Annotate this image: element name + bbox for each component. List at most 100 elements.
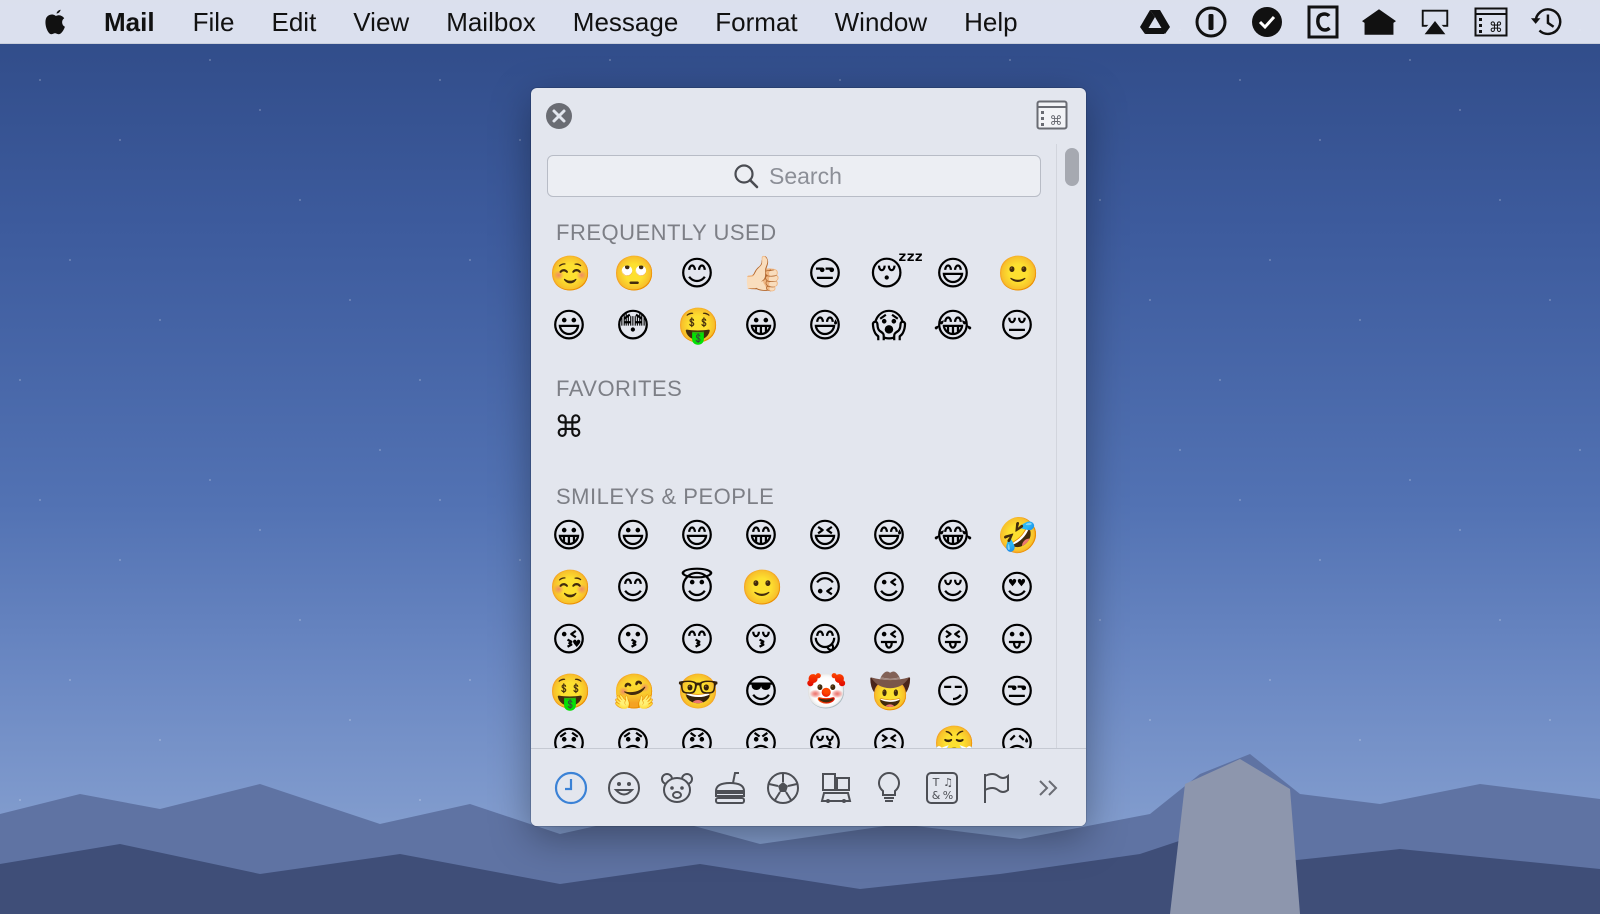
smiley-emoji-20[interactable]: 😚: [741, 620, 781, 660]
tab-recent[interactable]: [553, 770, 589, 806]
bear-icon: [661, 772, 693, 803]
smiley-emoji-31[interactable]: 😏: [933, 672, 973, 712]
smiley-emoji-24[interactable]: 😛: [997, 620, 1037, 660]
search-input[interactable]: [769, 162, 855, 190]
smiley-emoji-10[interactable]: 😊: [613, 568, 653, 608]
frequent-emoji-2[interactable]: 🙄: [613, 254, 655, 294]
svg-text:%: %: [943, 789, 953, 802]
smiley-emoji-14[interactable]: 😉: [869, 568, 909, 608]
menu-view[interactable]: View: [353, 0, 409, 44]
smiley-emoji-7[interactable]: 😂: [933, 516, 973, 556]
flag-icon: [984, 772, 1009, 803]
smiley-emoji-23[interactable]: 😝: [933, 620, 973, 660]
menu-message[interactable]: Message: [573, 0, 679, 44]
status-menu-area: ⌘: [1138, 0, 1564, 44]
smiley-emoji-27[interactable]: 🤓: [677, 672, 719, 712]
scrollbar-thumb[interactable]: [1065, 148, 1079, 186]
frequent-emoji-4[interactable]: 👍🏻: [741, 254, 783, 294]
close-icon[interactable]: [545, 102, 573, 130]
menu-app-name[interactable]: Mail: [104, 0, 155, 44]
smiley-emoji-32[interactable]: 😒: [997, 672, 1037, 712]
tab-smileys[interactable]: [606, 770, 642, 806]
home-icon[interactable]: [1362, 5, 1396, 39]
menu-mailbox[interactable]: Mailbox: [446, 0, 536, 44]
scrollbar-track[interactable]: [1056, 144, 1086, 826]
favorite-item-1[interactable]: ⌘: [549, 408, 589, 448]
smiley-emoji-25[interactable]: 🤑: [549, 672, 591, 712]
tab-flags[interactable]: [977, 770, 1013, 806]
menu-file[interactable]: File: [193, 0, 235, 44]
tab-food[interactable]: [712, 770, 748, 806]
category-tab-bar: T ♫ &%: [531, 748, 1086, 826]
emoji-picker-panel: ⌘ FREQUENTLY USED ☺️🙄😊👍🏻😒😴😄🙂😃😳🤑😀😅😱😂😔 FAV…: [531, 88, 1086, 826]
frequent-emoji-10[interactable]: 😳: [613, 306, 653, 346]
tab-activity[interactable]: [765, 770, 801, 806]
frequent-emoji-1[interactable]: ☺️: [549, 254, 591, 294]
airplay-icon[interactable]: [1418, 5, 1452, 39]
frequent-emoji-5[interactable]: 😒: [805, 254, 845, 294]
section-title-frequently-used: FREQUENTLY USED: [556, 220, 777, 245]
smiley-emoji-21[interactable]: 😋: [805, 620, 845, 660]
smiley-emoji-4[interactable]: 😁: [741, 516, 781, 556]
menu-help[interactable]: Help: [964, 0, 1017, 44]
svg-text:⌘: ⌘: [1489, 20, 1503, 36]
smiley-emoji-22[interactable]: 😜: [869, 620, 909, 660]
keyboard-viewer-icon[interactable]: ⌘: [1474, 5, 1508, 39]
time-machine-icon[interactable]: [1530, 5, 1564, 39]
tab-animals[interactable]: [659, 770, 695, 806]
tab-travel[interactable]: [818, 770, 854, 806]
symbols-icon: T ♫&%: [926, 771, 958, 804]
frequent-emoji-11[interactable]: 🤑: [677, 306, 719, 346]
smileys-grid: 😀 😃 😄 😁 😆 😅 😂 🤣 ☺️ 😊 😇 🙂 🙃 😉 😌 😍 😘 😗 😙 😚 😋 😜 😝 😛 🤑 🤗 🤓 😎 🤡 🤠 😏 😒 😞 😟 😠 😡 😢 😣 😤…: [549, 516, 1049, 764]
menu-window[interactable]: Window: [835, 0, 927, 44]
frequent-emoji-16[interactable]: 😔: [997, 306, 1037, 346]
smiley-emoji-18[interactable]: 😗: [613, 620, 653, 660]
frequent-emoji-15[interactable]: 😂: [933, 306, 973, 346]
frequent-emoji-8[interactable]: 🙂: [997, 254, 1039, 294]
smiley-emoji-1[interactable]: 😀: [549, 516, 589, 556]
smiley-emoji-17[interactable]: 😘: [549, 620, 589, 660]
apple-menu-icon[interactable]: [40, 6, 70, 38]
smiley-emoji-6[interactable]: 😅: [869, 516, 909, 556]
smiley-emoji-3[interactable]: 😄: [677, 516, 717, 556]
smiley-emoji-26[interactable]: 🤗: [613, 672, 655, 712]
smiley-emoji-8[interactable]: 🤣: [997, 516, 1039, 556]
todo-check-icon[interactable]: [1250, 5, 1284, 39]
smiley-emoji-13[interactable]: 🙃: [805, 568, 845, 608]
menu-bar: Mail File Edit View Mailbox Message Form…: [0, 0, 1600, 44]
smiley-emoji-2[interactable]: 😃: [613, 516, 653, 556]
frequently-used-grid: ☺️ 🙄 😊 👍🏻 😒 😴 😄 🙂 😃 😳 🤑 😀 😅 😱 😂 😔: [549, 254, 1049, 346]
frequent-emoji-7[interactable]: 😄: [933, 254, 973, 294]
smiley-emoji-5[interactable]: 😆: [805, 516, 845, 556]
smiley-emoji-19[interactable]: 😙: [677, 620, 717, 660]
tab-more[interactable]: [1030, 770, 1066, 806]
buildings-car-icon: [820, 772, 852, 803]
smiley-emoji-12[interactable]: 🙂: [741, 568, 783, 608]
smiley-emoji-28[interactable]: 😎: [741, 672, 781, 712]
svg-text:♫: ♫: [943, 776, 953, 789]
smiley-icon: [608, 771, 640, 804]
frequent-emoji-6[interactable]: 😴: [869, 254, 924, 294]
smiley-emoji-30[interactable]: 🤠: [869, 672, 911, 712]
frequent-emoji-3[interactable]: 😊: [677, 254, 717, 294]
smiley-emoji-11[interactable]: 😇: [677, 568, 717, 608]
smiley-emoji-16[interactable]: 😍: [997, 568, 1037, 608]
clipboard-c-icon[interactable]: [1306, 5, 1340, 39]
svg-text:T: T: [932, 776, 940, 789]
character-viewer-icon[interactable]: ⌘: [1036, 100, 1068, 130]
emoji-search-field[interactable]: [547, 155, 1041, 197]
frequent-emoji-12[interactable]: 😀: [741, 306, 781, 346]
menu-edit[interactable]: Edit: [271, 0, 316, 44]
menu-format[interactable]: Format: [715, 0, 797, 44]
tab-objects[interactable]: [871, 770, 907, 806]
frequent-emoji-13[interactable]: 😅: [805, 306, 845, 346]
smiley-emoji-29[interactable]: 🤡: [805, 672, 847, 712]
google-drive-icon[interactable]: [1138, 5, 1172, 39]
smiley-emoji-15[interactable]: 😌: [933, 568, 973, 608]
1password-icon[interactable]: [1194, 5, 1228, 39]
smiley-emoji-9[interactable]: ☺️: [549, 568, 591, 608]
frequent-emoji-9[interactable]: 😃: [549, 306, 589, 346]
tab-symbols[interactable]: T ♫ &%: [924, 770, 960, 806]
frequent-emoji-14[interactable]: 😱: [869, 306, 909, 346]
more-chevrons-icon: [1039, 779, 1058, 796]
